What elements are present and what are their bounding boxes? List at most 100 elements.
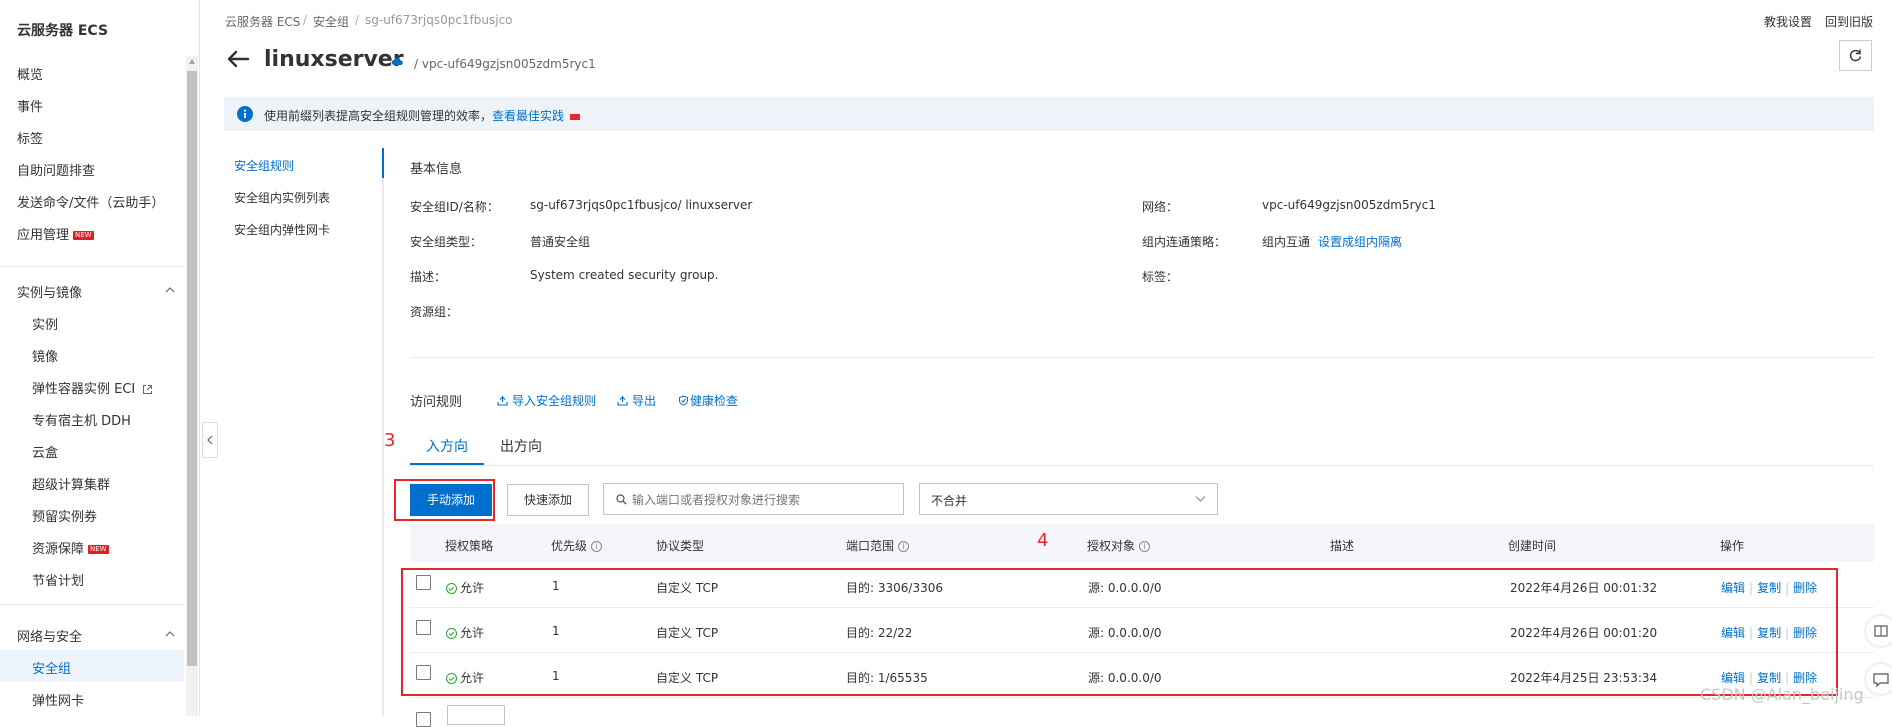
import-icon [497,396,508,406]
shield-check-icon [679,395,688,406]
sidebar-item-security-groups[interactable]: 安全组 [32,658,71,677]
sidebar-item-instances[interactable]: 实例 [32,314,58,333]
type-label: 安全组类型： [410,235,483,249]
breadcrumb-separator: / [303,13,308,27]
subnav-active-indicator [382,148,384,178]
scrollbar-thumb[interactable] [187,71,197,666]
merge-select-value: 不合并 [931,494,968,508]
subnav-enis[interactable]: 安全组内弹性网卡 [234,221,330,238]
tab-outbound[interactable]: 出方向 [500,436,542,456]
scroll-up-arrow-icon[interactable] [189,59,195,64]
info-notice-bar: 使用前缀列表提高安全组规则管理的效率，查看最佳实践 [224,97,1874,131]
type-value: 普通安全组 [530,235,591,249]
export-label: 导出 [632,394,657,408]
collapse-sidebar-button[interactable] [202,422,218,458]
floating-chat-icon[interactable] [1866,664,1892,694]
desc-label: 描述： [410,270,447,284]
import-rules-label: 导入安全组规则 [512,394,597,408]
sidebar-item-cloudbox[interactable]: 云盒 [32,442,58,461]
merge-select[interactable]: 不合并 [919,483,1218,515]
col-port: 端口范围 i [846,537,910,554]
network-value: vpc-uf649gzjsn005zdm5ryc1 [1262,198,1436,212]
old-version-link[interactable]: 回到旧版 [1825,13,1873,30]
sidebar: 云服务器 ECS 概览 事件 标签 自助问题排查 发送命令/文件（云助手） 应用… [0,0,200,716]
sidebar-group-network-security[interactable]: 网络与安全 [17,626,82,645]
export-icon [617,396,628,406]
sidebar-item-overview[interactable]: 概览 [17,64,43,83]
refresh-button[interactable] [1839,40,1872,71]
notice-text: 使用前缀列表提高安全组规则管理的效率， [264,109,493,123]
back-arrow-icon[interactable] [226,49,250,69]
new-badge: NEW [73,231,94,240]
col-protocol: 协议类型 [656,539,705,553]
watermark: CSDN @Alan_beijing [1700,685,1864,704]
sidebar-divider [0,266,184,267]
sidebar-item-self-troubleshoot[interactable]: 自助问题排查 [17,160,95,179]
breadcrumb-current: sg-uf673rjqs0pc1fbusjco [365,13,513,27]
manual-add-button[interactable]: 手动添加 [410,484,492,516]
sidebar-item-tags[interactable]: 标签 [17,128,43,147]
promo-badge-icon [569,113,580,120]
chevron-up-icon[interactable] [165,629,175,639]
search-input[interactable] [632,490,897,510]
col-priority-label: 优先级 [551,539,588,553]
breadcrumb-security-groups[interactable]: 安全组 [313,13,349,30]
tutorial-link[interactable]: 教我设置 [1764,13,1812,30]
sidebar-item-savings-plan[interactable]: 节省计划 [32,570,84,589]
sidebar-scrollbar[interactable] [186,56,198,716]
annotation-number-4: 4 [1037,530,1049,551]
subnav-rules[interactable]: 安全组规则 [234,157,294,174]
access-rules-title: 访问规则 [410,395,463,410]
sidebar-group-instances-images[interactable]: 实例与镜像 [17,282,82,301]
set-isolation-link[interactable]: 设置成组内隔离 [1318,233,1402,250]
floating-doc-icon[interactable] [1866,616,1892,646]
footer-action-button[interactable] [447,705,505,725]
sidebar-item-eni[interactable]: 弹性网卡 [32,690,84,709]
info-icon[interactable]: i [898,541,910,552]
resource-group-label: 资源组： [410,305,459,319]
col-priority: 优先级 i [551,537,603,554]
col-port-label: 端口范围 [846,539,895,553]
section-divider [410,357,1874,358]
best-practice-link[interactable]: 查看最佳实践 [492,109,564,123]
sidebar-item-ddh[interactable]: 专有宿主机 DDH [32,410,131,429]
sidebar-item-reserved-instances[interactable]: 预留实例券 [32,506,97,525]
sidebar-item-app-management[interactable]: 应用管理 NEW [17,224,94,243]
tab-inbound[interactable]: 入方向 [426,436,468,456]
desc-value: System created security group. [530,268,719,282]
new-badge: NEW [88,545,109,554]
breadcrumb-separator: / [355,13,360,27]
cloud-icon [391,57,403,65]
subnav-instances[interactable]: 安全组内实例列表 [234,189,330,206]
chevron-down-icon [1195,496,1206,502]
annotation-box-rules [401,568,1838,696]
col-description: 描述 [1330,539,1355,553]
sidebar-item-label: 应用管理 [17,228,70,243]
id-name-value: sg-uf673rjqs0pc1fbusjco/ linuxserver [530,198,753,212]
sidebar-item-send-command[interactable]: 发送命令/文件（云助手） [17,192,164,211]
sidebar-item-images[interactable]: 镜像 [32,346,58,365]
tag-label: 标签： [1142,270,1179,284]
col-actions: 操作 [1720,539,1745,553]
sidebar-item-resource-assurance[interactable]: 资源保障 NEW [32,538,109,557]
sidebar-divider [0,604,184,605]
health-check-link[interactable]: 健康检查 [678,392,738,409]
info-icon [237,106,253,122]
info-icon[interactable]: i [1139,541,1151,552]
col-source-label: 授权对象 [1087,539,1136,553]
sidebar-item-scc[interactable]: 超级计算集群 [32,474,110,493]
search-box[interactable] [603,483,904,515]
select-all-checkbox[interactable] [416,712,431,727]
breadcrumb-ecs[interactable]: 云服务器 ECS [225,13,300,30]
export-link[interactable]: 导出 [617,392,656,409]
quick-add-button[interactable]: 快速添加 [507,484,589,516]
sidebar-selected-bg [0,650,184,682]
id-name-label: 安全组ID/名称： [410,200,499,214]
sidebar-item-eci[interactable]: 弹性容器实例 ECI [32,378,153,397]
policy-value: 组内互通 [1262,235,1311,249]
sidebar-item-events[interactable]: 事件 [17,96,43,115]
sidebar-title: 云服务器 ECS [17,23,109,39]
info-icon[interactable]: i [591,541,603,552]
chevron-up-icon[interactable] [165,285,175,295]
import-rules-link[interactable]: 导入安全组规则 [497,392,596,409]
